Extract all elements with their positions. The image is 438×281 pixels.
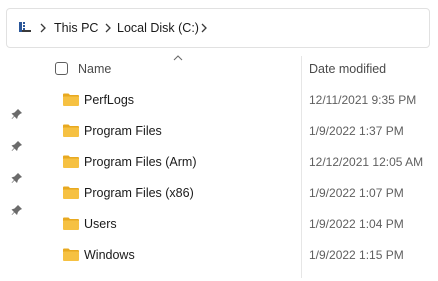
this-pc-icon[interactable]: [19, 22, 31, 32]
column-header-name[interactable]: Name: [78, 62, 111, 76]
file-date-modified: 12/12/2021 12:05 AM: [309, 155, 424, 169]
file-date-modified: 12/11/2021 9:35 PM: [309, 93, 417, 107]
folder-icon: [63, 248, 79, 261]
folder-icon: [63, 93, 79, 106]
file-row[interactable]: Program Files (Arm) 12/12/2021 12:05 AM: [50, 147, 438, 177]
file-name[interactable]: Users: [84, 217, 117, 231]
breadcrumb-this-pc[interactable]: This PC: [54, 21, 98, 35]
chevron-right-icon[interactable]: [200, 23, 208, 33]
file-row[interactable]: Program Files 1/9/2022 1:37 PM: [50, 116, 438, 146]
folder-icon: [63, 186, 79, 199]
sort-ascending-icon: [173, 55, 183, 61]
file-date-modified: 1/9/2022 1:07 PM: [309, 186, 404, 200]
select-all-checkbox[interactable]: [55, 62, 68, 75]
file-name[interactable]: Windows: [84, 248, 135, 262]
pin-icon[interactable]: [11, 108, 23, 120]
pin-icon[interactable]: [11, 140, 23, 152]
file-name[interactable]: Program Files (x86): [84, 186, 194, 200]
folder-icon: [63, 217, 79, 230]
breadcrumb-local-disk[interactable]: Local Disk (C:): [117, 21, 199, 35]
file-date-modified: 1/9/2022 1:37 PM: [309, 124, 404, 138]
file-row[interactable]: Users 1/9/2022 1:04 PM: [50, 209, 438, 239]
file-row[interactable]: Windows 1/9/2022 1:15 PM: [50, 240, 438, 270]
file-date-modified: 1/9/2022 1:15 PM: [309, 248, 404, 262]
pin-icon[interactable]: [11, 172, 23, 184]
chevron-right-icon[interactable]: [104, 23, 112, 33]
column-header-date-modified[interactable]: Date modified: [309, 62, 386, 76]
file-row[interactable]: PerfLogs 12/11/2021 9:35 PM: [50, 85, 438, 115]
address-bar[interactable]: This PC Local Disk (C:): [6, 8, 430, 48]
file-name[interactable]: Program Files (Arm): [84, 155, 197, 169]
file-row[interactable]: Program Files (x86) 1/9/2022 1:07 PM: [50, 178, 438, 208]
file-date-modified: 1/9/2022 1:04 PM: [309, 217, 404, 231]
file-name[interactable]: PerfLogs: [84, 93, 134, 107]
folder-icon: [63, 155, 79, 168]
folder-icon: [63, 124, 79, 137]
pin-icon[interactable]: [11, 204, 23, 216]
file-name[interactable]: Program Files: [84, 124, 162, 138]
chevron-right-icon[interactable]: [39, 23, 47, 33]
